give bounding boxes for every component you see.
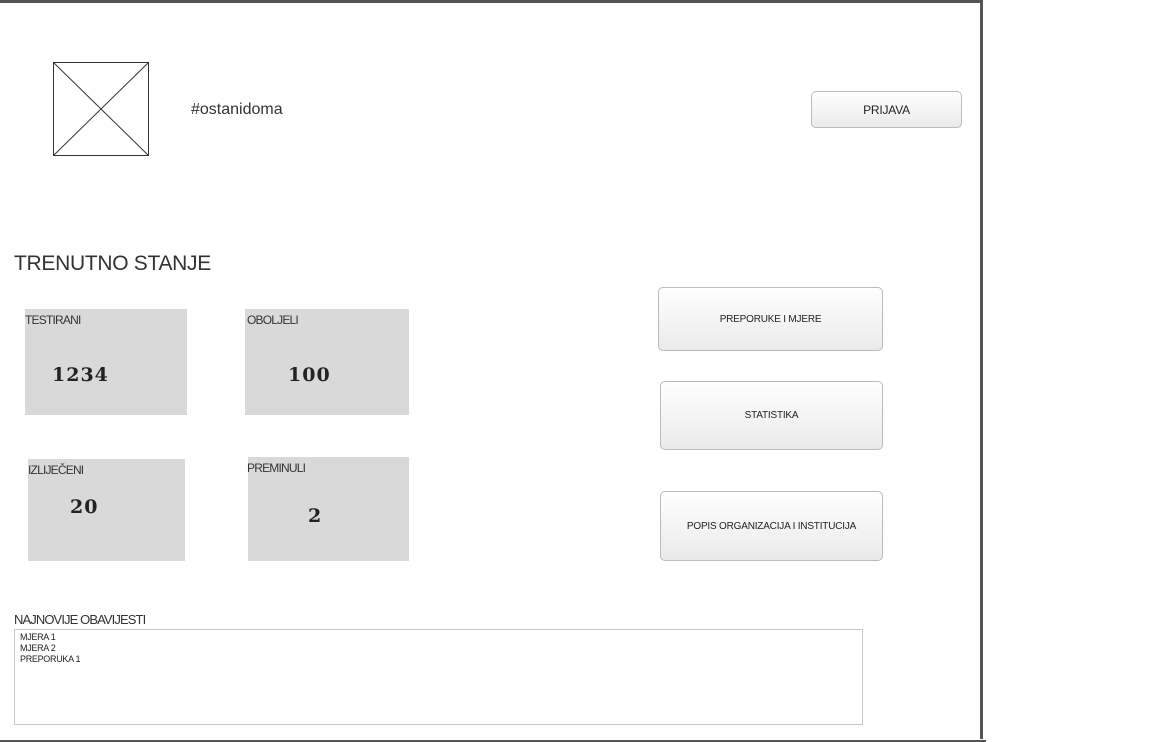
stat-label: TESTIRANI <box>25 313 81 327</box>
stat-card-deceased: PREMINULI 2 <box>247 457 409 561</box>
stat-card-recovered: IZLIJEČENI 20 <box>28 459 185 561</box>
stat-value: 20 <box>70 496 99 518</box>
list-item[interactable]: MJERA 1 <box>20 632 857 643</box>
stat-label: IZLIJEČENI <box>28 463 84 477</box>
stat-value: 1234 <box>52 364 109 386</box>
list-item[interactable]: PREPORUKA 1 <box>20 654 857 665</box>
stat-value: 100 <box>288 364 331 386</box>
organizations-button[interactable]: POPIS ORGANIZACIJA I INSTITUCIJA <box>660 491 883 561</box>
login-button[interactable]: PRIJAVA <box>811 91 962 128</box>
stat-card-tested: TESTIRANI 1234 <box>25 309 187 415</box>
tagline: #ostanidoma <box>191 101 283 118</box>
news-list[interactable]: MJERA 1 MJERA 2 PREPORUKA 1 <box>14 629 863 725</box>
stat-label: OBOLJELI <box>247 313 299 327</box>
statistics-button[interactable]: STATISTIKA <box>660 381 883 450</box>
stat-value: 2 <box>308 505 323 527</box>
section-title: TRENUTNO STANJE <box>14 252 211 275</box>
stat-card-infected: OBOLJELI 100 <box>245 309 409 415</box>
list-item[interactable]: MJERA 2 <box>20 643 857 654</box>
image-placeholder-icon <box>53 62 149 156</box>
news-title: NAJNOVIJE OBAVIJESTI <box>14 612 146 627</box>
stat-label: PREMINULI <box>247 461 306 475</box>
recommendations-button[interactable]: PREPORUKE I MJERE <box>658 287 883 351</box>
